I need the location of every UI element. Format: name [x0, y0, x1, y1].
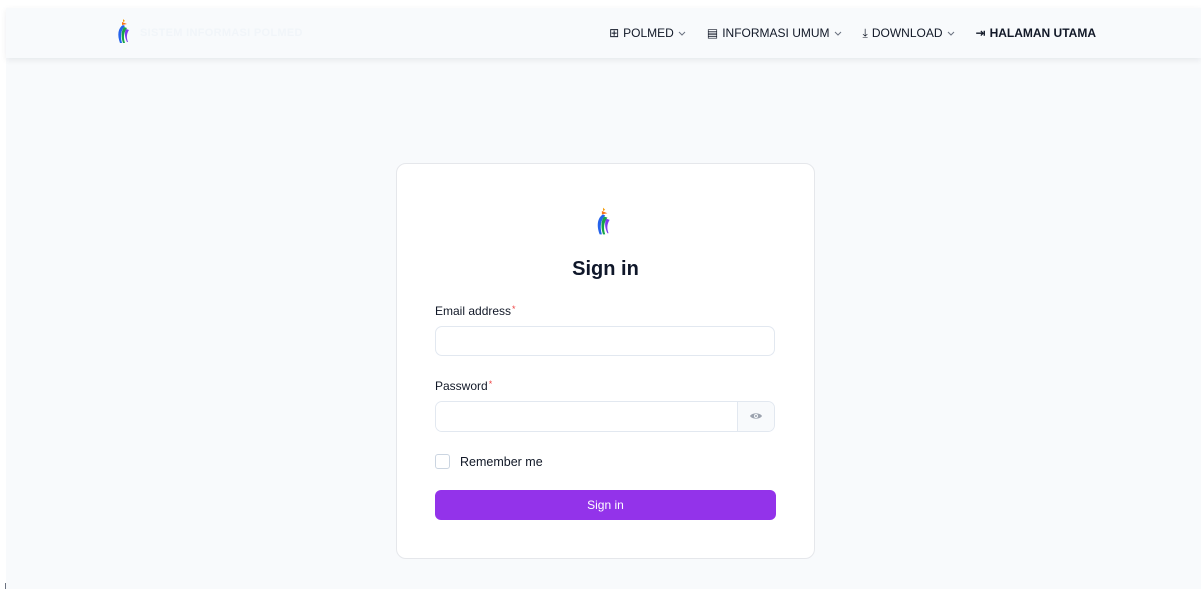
- toggle-password-visibility-button[interactable]: [737, 402, 774, 431]
- main-nav: ⊞ POLMED ▤ INFORMASI UMUM ⤓ DOWNLOAD ⇥ H…: [588, 8, 1096, 58]
- nav-download-label: DOWNLOAD: [871, 26, 943, 40]
- page-title: Sign in: [572, 258, 639, 280]
- nav-informasi-umum-label: INFORMASI UMUM: [722, 26, 830, 40]
- chevron-down-icon: [678, 26, 686, 40]
- password-label: Password*: [435, 379, 492, 393]
- nav-polmed-label: POLMED: [623, 26, 674, 40]
- top-navbar: SISTEM INFORMASI POLMED ⊞ POLMED ▤ INFOR…: [6, 8, 1201, 58]
- remember-me-label[interactable]: Remember me: [460, 455, 543, 469]
- email-label-text: Email address: [435, 304, 512, 318]
- signin-card: Sign in Email address* Password* Remembe…: [396, 163, 815, 559]
- sign-in-button[interactable]: Sign in: [435, 490, 776, 520]
- nav-polmed[interactable]: ⊞ POLMED: [609, 26, 686, 40]
- email-label: Email address*: [435, 304, 516, 318]
- nav-download[interactable]: ⤓ DOWNLOAD: [863, 26, 955, 41]
- email-input[interactable]: [435, 326, 775, 356]
- required-mark: *: [512, 304, 516, 314]
- password-label-text: Password: [435, 379, 488, 393]
- chevron-down-icon: [947, 26, 955, 40]
- remember-me-checkbox[interactable]: [435, 454, 450, 469]
- grid-icon: ⊞: [609, 26, 620, 40]
- page-background: SISTEM INFORMASI POLMED ⊞ POLMED ▤ INFOR…: [6, 8, 1201, 589]
- nav-informasi-umum[interactable]: ▤ INFORMASI UMUM: [707, 26, 842, 40]
- window-edge-divider: [5, 583, 6, 589]
- newspaper-icon: ▤: [706, 26, 719, 40]
- required-mark: *: [488, 379, 493, 389]
- password-input[interactable]: [436, 402, 737, 431]
- bird-of-paradise-logo-icon: [114, 17, 132, 50]
- remember-me: Remember me: [435, 454, 543, 469]
- login-icon: ⇥: [975, 26, 986, 40]
- nav-halaman-utama[interactable]: ⇥ HALAMAN UTAMA: [976, 26, 1097, 40]
- brand-name: SISTEM INFORMASI POLMED: [140, 27, 303, 39]
- chevron-down-icon: [834, 26, 842, 40]
- password-field: [435, 401, 775, 432]
- brand[interactable]: SISTEM INFORMASI POLMED: [114, 18, 303, 48]
- download-icon: ⤓: [862, 25, 868, 40]
- bird-of-paradise-logo-icon: [593, 204, 613, 243]
- nav-halaman-utama-label: HALAMAN UTAMA: [989, 26, 1096, 40]
- eye-icon: [749, 408, 763, 426]
